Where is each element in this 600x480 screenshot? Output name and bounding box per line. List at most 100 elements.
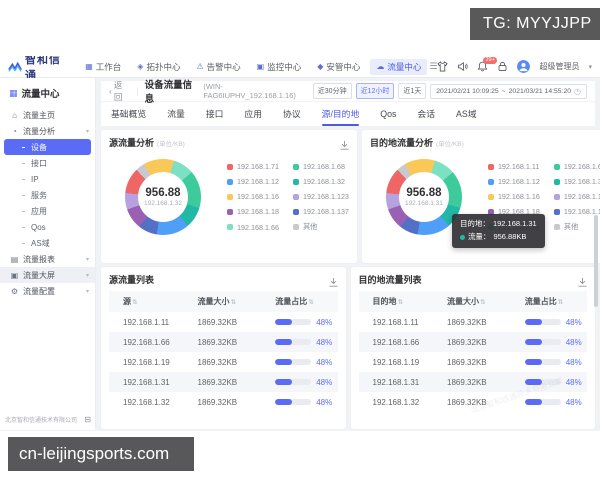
user-avatar[interactable] xyxy=(517,60,531,73)
sidebar-item-qos[interactable]: Qos xyxy=(0,219,95,235)
time-button-2[interactable]: 近1天 xyxy=(398,83,427,99)
tab-3[interactable]: 应用 xyxy=(244,102,262,126)
sidebar-item-interface[interactable]: 接口 xyxy=(0,155,95,171)
sidebar-item-label: 流量配置 xyxy=(23,286,55,296)
column-header[interactable]: 流量占比⇅ xyxy=(520,291,587,312)
sidebar-item-label: Qos xyxy=(31,222,46,232)
source-donut-chart[interactable]: 956.88 192.168.1.32 xyxy=(125,159,201,235)
tab-4[interactable]: 协议 xyxy=(283,102,301,126)
legend-item[interactable]: 192.168.1.31 xyxy=(553,177,600,186)
cell-size: 1869.32KB xyxy=(197,357,238,367)
nav-item-topology[interactable]: ◈ 拓扑中心 xyxy=(131,59,186,75)
user-caret-down-icon[interactable]: ▾ xyxy=(588,63,592,71)
sidebar-item-as-domain[interactable]: AS域 xyxy=(0,235,95,251)
date-range-picker[interactable]: 2021/02/21 10:09:25 ~ 2021/03/21 14:55:2… xyxy=(430,83,587,99)
table-row: 192.168.1.19 1869.32KB 48% xyxy=(109,352,338,372)
sidebar-item-service[interactable]: 服务 xyxy=(0,187,95,203)
sidebar-item-traffic-report[interactable]: ▤ 流量报表 ▾ xyxy=(0,251,95,267)
tab-8[interactable]: AS域 xyxy=(456,102,477,126)
sidebar-item-device[interactable]: 设备 xyxy=(4,139,91,155)
cell-size: 1869.32KB xyxy=(447,337,487,347)
cell-ip: 192.168.1.32 xyxy=(372,397,420,407)
legend-item[interactable]: 192.168.1.137 xyxy=(553,207,600,216)
legend-marker xyxy=(553,163,560,170)
legend-item[interactable]: 192.168.1.123 xyxy=(292,192,349,201)
cell-percent: 48% xyxy=(521,352,587,372)
sidebar-collapse-icon[interactable]: ⊟ xyxy=(84,415,91,424)
date-separator: ~ xyxy=(501,87,506,95)
sort-icon[interactable]: ⇅ xyxy=(231,299,236,306)
sort-icon[interactable]: ⇅ xyxy=(480,299,485,306)
column-header[interactable]: 流量占比⇅ xyxy=(271,291,338,312)
cell-percent: 48% xyxy=(521,372,587,392)
progress-track xyxy=(524,359,561,365)
legend-item[interactable]: 192.168.1.12 xyxy=(487,177,540,186)
date-start: 2021/02/21 10:09:25 xyxy=(436,87,499,95)
legend-label: 192.168.1.68 xyxy=(302,162,345,171)
legend-item[interactable]: 192.168.1.32 xyxy=(292,177,349,186)
username[interactable]: 超级管理员 xyxy=(539,61,579,72)
legend-item[interactable]: 192.168.1.68 xyxy=(292,162,349,171)
sidebar-item-traffic-screen[interactable]: ▣ 流量大屏 ▾ xyxy=(0,267,95,283)
back-button[interactable]: ‹ 返回 xyxy=(109,79,130,103)
legend-item[interactable]: 192.168.1.71 xyxy=(227,162,279,171)
time-button-0[interactable]: 近30分钟 xyxy=(312,83,352,99)
column-header[interactable]: 流量大小⇅ xyxy=(443,291,521,312)
topology-icon: ◈ xyxy=(137,62,144,71)
sort-icon[interactable]: ⇅ xyxy=(308,299,313,306)
sidebar-item-application[interactable]: 应用 xyxy=(0,203,95,219)
time-button-1[interactable]: 近12小时 xyxy=(355,83,395,99)
dest-donut-chart[interactable]: 956.88 192.168.1.31 xyxy=(385,159,462,235)
tab-7[interactable]: 会话 xyxy=(417,102,435,126)
sort-icon[interactable]: ⇅ xyxy=(558,299,563,306)
download-icon[interactable] xyxy=(340,137,349,155)
tab-5[interactable]: 源/目的地 xyxy=(321,102,359,126)
legend-item[interactable]: 192.168.1.11 xyxy=(487,162,540,171)
nav-item-workbench[interactable]: ▦ 工作台 xyxy=(79,59,127,75)
nav-item-security[interactable]: ◆ 安管中心 xyxy=(311,59,366,75)
progress-fill xyxy=(524,359,542,365)
column-header[interactable]: 源⇅ xyxy=(109,291,194,312)
column-header[interactable]: 流量大小⇅ xyxy=(193,291,272,312)
sidebar-item-ip[interactable]: IP xyxy=(0,171,95,187)
sidebar-item-traffic-config[interactable]: ⚙ 流量配置 ▾ xyxy=(0,283,95,299)
sidebar-item-traffic-analysis[interactable]: ◔ 流量分析 ▾ xyxy=(0,123,95,139)
legend-item[interactable]: 192.168.1.16 xyxy=(487,192,540,201)
speaker-icon[interactable] xyxy=(457,61,469,72)
percent-label: 48% xyxy=(316,397,333,407)
theme-shirt-icon[interactable] xyxy=(437,61,449,72)
chart-tooltip: 目的地： 192.168.1.31 流量： 956.88KB xyxy=(451,214,545,248)
legend-label: 192.168.1.68 xyxy=(563,162,600,171)
sidebar-item-traffic-home[interactable]: ⌂ 流量主页 xyxy=(0,107,95,123)
nav-item-monitor[interactable]: ▣ 监控中心 xyxy=(251,59,308,75)
tab-6[interactable]: Qos xyxy=(380,102,396,126)
tab-2[interactable]: 接口 xyxy=(206,102,224,126)
tab-0[interactable]: 基础概览 xyxy=(111,102,146,126)
sort-icon[interactable]: ⇅ xyxy=(398,299,403,306)
tables-row: 源流量列表 源⇅ 流量大小⇅ 流量占比⇅ 192.168.1.11 1869.32KB… xyxy=(101,267,595,429)
bell-icon[interactable]: 29+ xyxy=(477,57,497,72)
navbar-right: 29+ 超级管理员 ▾ xyxy=(437,57,592,73)
legend-item[interactable]: 192.168.1.137 xyxy=(292,207,349,216)
legend-item[interactable]: 192.168.1.16 xyxy=(227,192,279,201)
tab-1[interactable]: 流量 xyxy=(167,102,185,126)
lock-icon[interactable] xyxy=(497,61,508,72)
legend-item[interactable]: 其他 xyxy=(292,222,349,232)
percent-label: 48% xyxy=(565,337,582,347)
legend-item[interactable]: 192.168.1.12 xyxy=(227,177,279,186)
legend-item[interactable]: 192.168.1.66 xyxy=(227,222,279,232)
toolbar: ‹ 返回 | 设备流量信息 (WIN-FAG6IUPHV_192.168.1.1… xyxy=(101,79,595,105)
legend-item[interactable]: 192.168.1.68 xyxy=(553,162,600,171)
cell-size: 1869.32KB xyxy=(447,357,487,367)
vertical-scrollbar[interactable] xyxy=(594,215,598,307)
legend-item[interactable]: 192.168.1.123 xyxy=(553,192,600,201)
nav-item-traffic[interactable]: ☁ 流量中心 xyxy=(370,58,428,75)
download-icon[interactable] xyxy=(578,274,587,292)
sort-icon[interactable]: ⇅ xyxy=(132,299,137,306)
download-icon[interactable] xyxy=(329,274,338,292)
nav-item-alarm[interactable]: ⚠ 告警中心 xyxy=(190,59,246,75)
legend-item[interactable]: 192.168.1.18 xyxy=(227,207,279,216)
column-header[interactable]: 目的地⇅ xyxy=(358,291,444,312)
sidebar-item-label: IP xyxy=(31,174,39,184)
nav-grid-icon[interactable]: ☰ xyxy=(429,61,437,72)
